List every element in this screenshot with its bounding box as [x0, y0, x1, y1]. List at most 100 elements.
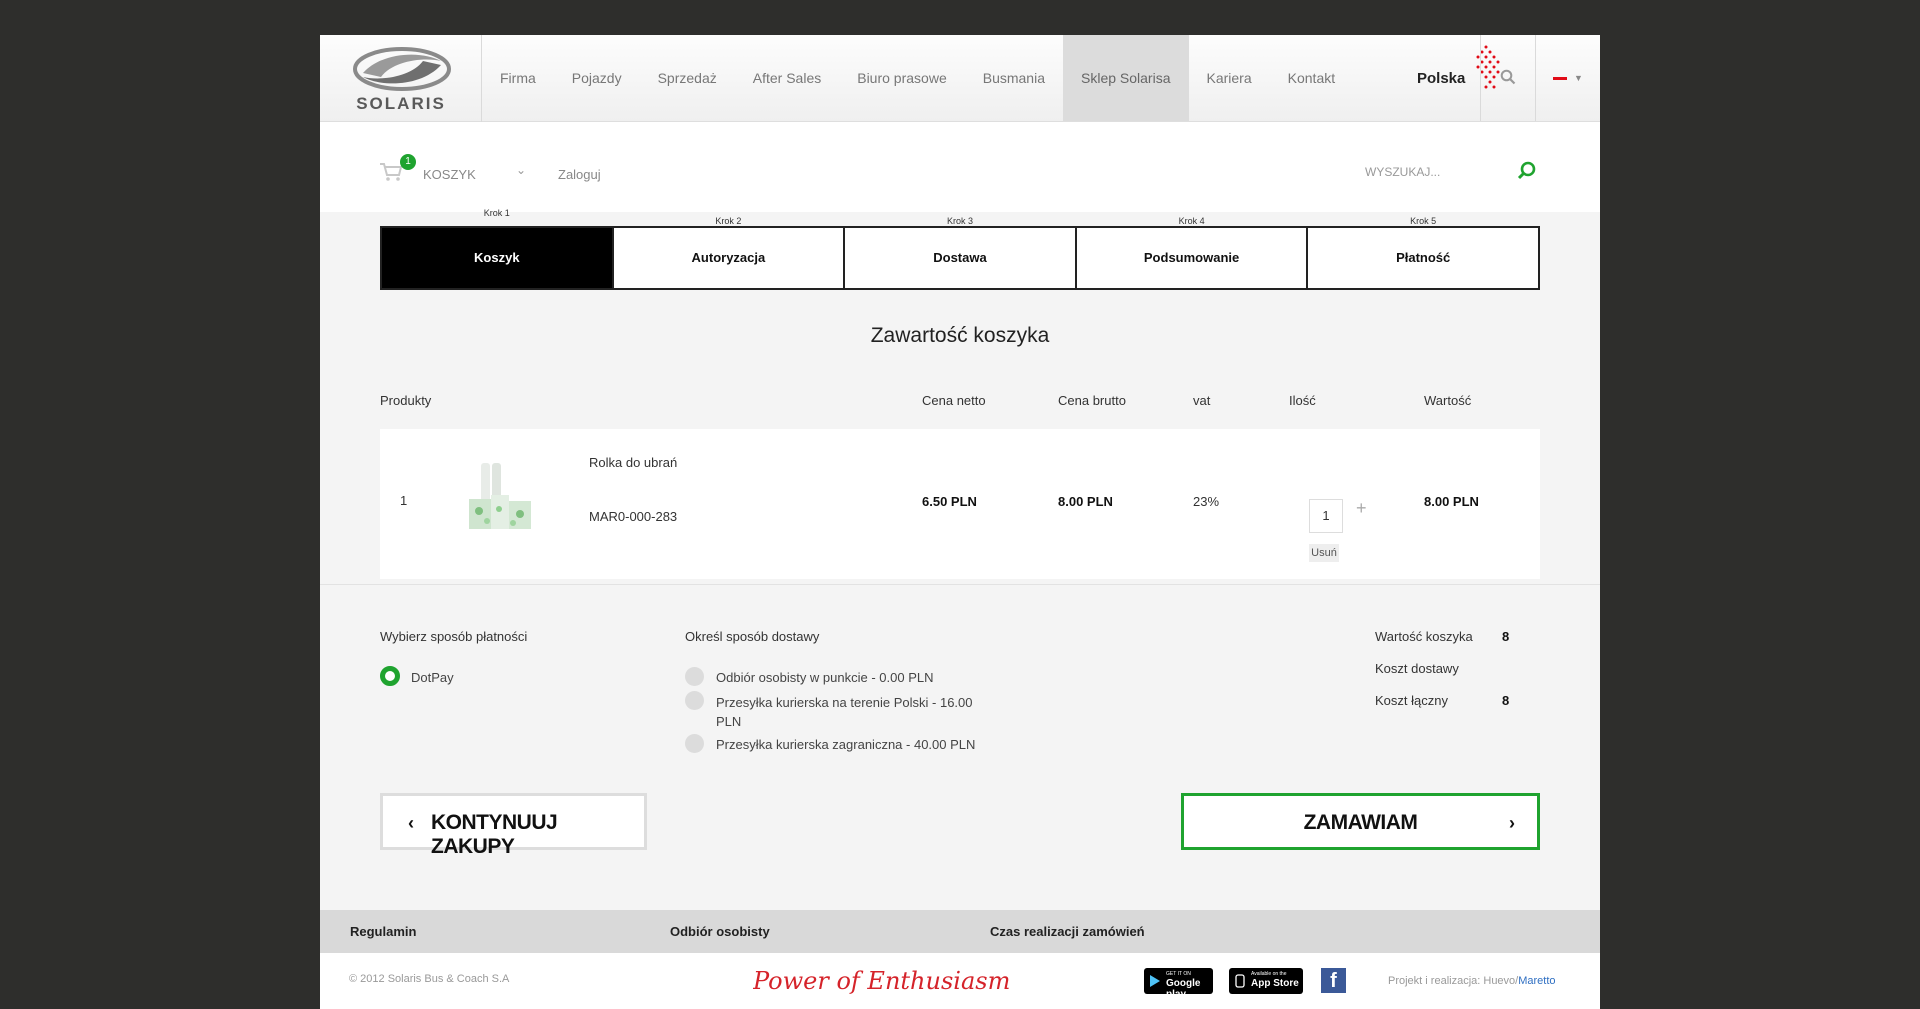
continue-shopping-label: KONTYNUUJ ZAKUPY [431, 811, 558, 858]
step-dostawa[interactable]: Krok 3 Dostawa [845, 216, 1077, 288]
footer-bottom: © 2012 Solaris Bus & Coach S.A Power of … [320, 953, 1600, 1009]
power-of-enthusiasm-logo: Power of Enthusiasm [753, 967, 1010, 995]
cart-icon[interactable] [379, 162, 403, 182]
product-name[interactable]: Rolka do ubrań [589, 455, 677, 470]
remove-item-button[interactable]: Usuń [1309, 544, 1339, 562]
step-label: Dostawa [933, 250, 987, 265]
nav-item-busmania[interactable]: Busmania [965, 35, 1063, 121]
nav-item-pojazdy[interactable]: Pojazdy [554, 35, 640, 121]
order-button[interactable]: ZAMAWIAM › [1181, 793, 1540, 850]
item-vat: 23% [1193, 494, 1220, 509]
item-index: 1 [400, 493, 408, 508]
total-cost-value: 8 [1502, 693, 1510, 708]
payment-radio-dotpay[interactable] [380, 666, 400, 686]
footer-link-odbior-osobisty[interactable]: Odbiór osobisty [670, 924, 770, 939]
checkout-steps: Krok 1 Koszyk Krok 2 Autoryzacja Krok 3 … [380, 208, 1540, 290]
column-header-vat: vat [1193, 393, 1211, 408]
cart-title: Zawartość koszyka [870, 324, 1050, 347]
shop-subheader: 1 KOSZYK ⌄ Zaloguj [320, 122, 1600, 212]
facebook-icon[interactable]: f [1321, 968, 1346, 993]
footer-link-regulamin[interactable]: Regulamin [350, 924, 416, 939]
badge-title: Google play [1166, 978, 1201, 1000]
language-selector[interactable]: ▼ [1536, 35, 1600, 121]
nav-item-biuro-prasowe[interactable]: Biuro prasowe [839, 35, 965, 121]
cart-value-label: Wartość koszyka [1375, 629, 1473, 644]
chevron-right-icon: › [1509, 813, 1515, 833]
nav-item-firma[interactable]: Firma [482, 35, 554, 121]
delivery-title: Określ sposób dostawy [685, 629, 820, 644]
country-label: Polska [1417, 70, 1466, 87]
delivery-radio-courier-abroad[interactable] [685, 734, 704, 753]
chevron-down-icon[interactable]: ⌄ [516, 163, 526, 177]
search-input[interactable] [1365, 157, 1535, 187]
main-nav: Firma Pojazdy Sprzedaż After Sales Biuro… [482, 35, 1353, 121]
step-podsumowanie[interactable]: Krok 4 Podsumowanie [1077, 216, 1309, 288]
continue-shopping-button[interactable]: ‹ KONTYNUUJ ZAKUPY [380, 793, 647, 858]
column-header-net-price: Cena netto [922, 393, 986, 408]
item-gross-price: 8.00 PLN [1058, 494, 1113, 509]
plus-icon[interactable]: + [1356, 499, 1367, 517]
top-header: SOLARIS Firma Pojazdy Sprzedaż After Sal… [320, 35, 1600, 122]
step-koszyk[interactable]: Krok 1 Koszyk [382, 208, 614, 288]
column-header-quantity: Ilość [1289, 393, 1316, 408]
step-label: Koszyk [474, 250, 520, 265]
item-net-price: 6.50 PLN [922, 494, 977, 509]
column-header-value: Wartość [1424, 393, 1472, 408]
delivery-option-courier-abroad[interactable]: Przesyłka kurierska zagraniczna - 40.00 … [716, 735, 975, 754]
step-label: Podsumowanie [1143, 250, 1240, 265]
solaris-logo-mark [353, 47, 451, 91]
google-play-icon [1150, 975, 1160, 987]
payment-option-dotpay[interactable]: DotPay [411, 668, 454, 687]
nav-item-kontakt[interactable]: Kontakt [1270, 35, 1353, 121]
nav-item-sprzedaz[interactable]: Sprzedaż [640, 35, 735, 121]
cart-value: 8 [1502, 629, 1510, 644]
total-cost-label: Koszt łączny [1375, 693, 1448, 708]
step-number: Krok 5 [1402, 216, 1445, 226]
maretto-link[interactable]: Maretto [1518, 975, 1555, 987]
chevron-left-icon: ‹ [408, 813, 414, 833]
delivery-option-personal-pickup[interactable]: Odbiór osobisty w punkcie - 0.00 PLN [716, 668, 934, 687]
product-image[interactable] [465, 459, 535, 543]
step-number: Krok 2 [707, 216, 750, 226]
step-number: Krok 1 [483, 208, 510, 218]
step-label: Płatność [1396, 250, 1451, 265]
column-header-products: Produkty [380, 393, 432, 408]
delivery-option-line: Przesyłka kurierska na terenie Polski - … [716, 695, 973, 710]
google-play-badge[interactable]: GET IT ON Google play [1144, 968, 1213, 1000]
order-label: ZAMAWIAM [1303, 811, 1418, 834]
slogan-text: Power of Enthusiasm [753, 967, 1010, 995]
copyright: © 2012 Solaris Bus & Coach S.A [349, 973, 510, 985]
delivery-radio-courier-poland[interactable] [685, 691, 704, 710]
delivery-cost-label: Koszt dostawy [1375, 661, 1459, 676]
payment-title: Wybierz sposób płatności [380, 629, 528, 644]
cart-link[interactable]: KOSZYK [423, 167, 476, 182]
credits-text: Projekt i realizacja: Huevo/ [1388, 975, 1519, 987]
app-store-badge[interactable]: Available on the App Store [1229, 968, 1303, 994]
delivery-radio-personal-pickup[interactable] [685, 667, 704, 686]
delivery-option-courier-poland[interactable]: Przesyłka kurierska na terenie Polski - … [716, 693, 976, 731]
header-search-button[interactable] [1480, 35, 1536, 121]
column-header-gross-price: Cena brutto [1058, 393, 1126, 408]
item-value: 8.00 PLN [1424, 494, 1479, 509]
nav-item-after-sales[interactable]: After Sales [735, 35, 839, 121]
footer-link-czas-realizacji[interactable]: Czas realizacji zamówień [990, 924, 1145, 939]
cart-count-badge: 1 [400, 154, 416, 170]
page: SOLARIS Firma Pojazdy Sprzedaż After Sal… [320, 35, 1600, 1009]
cart-item-row: 1 Rolka do ubrań MAR0-000-283 6.50 PLN 8… [380, 429, 1540, 579]
delivery-option-line: PLN [716, 714, 742, 729]
step-number: Krok 4 [1170, 216, 1213, 226]
step-number: Krok 3 [938, 216, 981, 226]
product-sku: MAR0-000-283 [589, 509, 678, 524]
badge-caption: GET IT ON [1166, 971, 1191, 977]
login-link[interactable]: Zaloguj [558, 167, 601, 182]
footer-links: Regulamin Odbiór osobisty Czas realizacj… [320, 910, 1600, 953]
logo-text: SOLARIS [356, 94, 446, 113]
nav-item-kariera[interactable]: Kariera [1189, 35, 1270, 121]
step-platnosc[interactable]: Krok 5 Płatność [1308, 216, 1538, 288]
nav-item-sklep-solarisa[interactable]: Sklep Solarisa [1063, 35, 1189, 121]
solaris-logo[interactable]: SOLARIS [320, 35, 482, 122]
step-autoryzacja[interactable]: Krok 2 Autoryzacja [614, 216, 846, 288]
badge-caption: Available on the [1251, 971, 1287, 977]
quantity-input[interactable]: 1 [1309, 499, 1343, 533]
magnifier-icon[interactable] [1516, 160, 1538, 182]
